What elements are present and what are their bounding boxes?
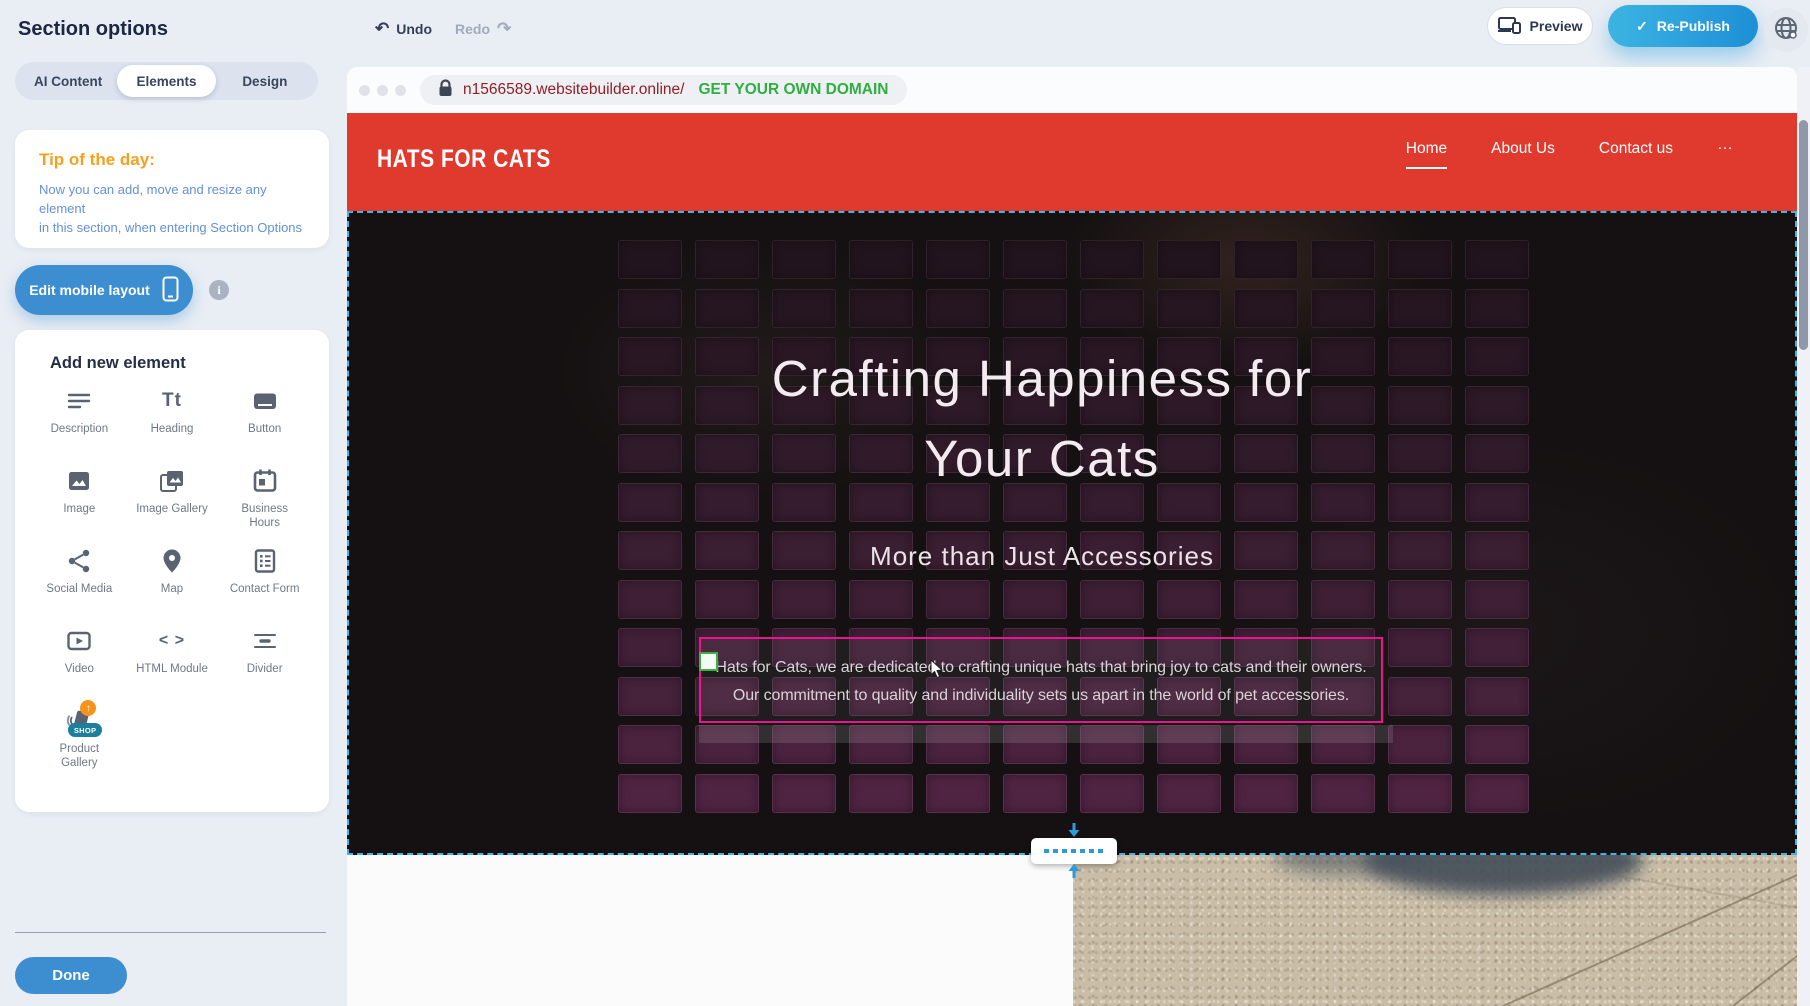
image-gallery-icon	[158, 467, 186, 495]
edit-mobile-label: Edit mobile layout	[29, 282, 150, 298]
globe-icon	[1773, 15, 1799, 46]
window-dot	[359, 85, 370, 96]
element-image[interactable]: Image	[33, 467, 126, 533]
element-social-media[interactable]: Social Media	[33, 547, 126, 613]
address-bar[interactable]: n1566589.websitebuilder.online/ GET YOUR…	[420, 75, 907, 105]
element-button[interactable]: Button	[218, 387, 311, 453]
element-divider[interactable]: Divider	[218, 627, 311, 693]
check-icon: ✓	[1636, 18, 1648, 35]
tip-of-the-day-card: Tip of the day: Now you can add, move an…	[15, 130, 329, 248]
section-resize-handle[interactable]	[1031, 838, 1117, 864]
get-domain-link[interactable]: GET YOUR OWN DOMAIN	[698, 81, 888, 99]
scrollbar-thumb[interactable]	[1799, 120, 1808, 350]
element-map[interactable]: Map	[126, 547, 219, 613]
business-hours-icon	[251, 467, 279, 495]
button-icon	[251, 387, 279, 415]
hero-paragraph-line1: Hats for Cats, we are dedicated to craft…	[701, 654, 1381, 682]
undo-icon: ↶	[375, 19, 389, 39]
divider-icon	[251, 627, 279, 655]
element-image-gallery[interactable]: Image Gallery	[126, 467, 219, 533]
contact-form-icon	[251, 547, 279, 575]
nav-home[interactable]: Home	[1406, 140, 1447, 169]
social-media-icon	[65, 547, 93, 575]
heading-icon: Tt	[158, 387, 186, 415]
resize-dashes-icon	[1044, 849, 1104, 853]
image-icon	[65, 467, 93, 495]
info-icon: i	[217, 283, 220, 298]
preview-button[interactable]: Preview	[1487, 7, 1593, 45]
description-icon	[65, 387, 93, 415]
window-dot	[395, 85, 406, 96]
site-nav: Home About Us Contact us …	[1406, 140, 1735, 169]
hero-section[interactable]: Crafting Happiness for Your Cats More th…	[347, 211, 1797, 855]
redo-icon: ↷	[497, 19, 511, 39]
hero-heading-line1: Crafting Happiness for	[507, 339, 1577, 419]
republish-label: Re-Publish	[1657, 18, 1730, 34]
pavement-seam	[1732, 919, 1797, 1006]
globe-button[interactable]	[1764, 8, 1808, 52]
element-grid: Description Tt Heading Button Image Imag…	[33, 387, 311, 773]
window-controls	[359, 85, 406, 96]
nav-about-us[interactable]: About Us	[1491, 140, 1555, 167]
redo-button[interactable]: Redo ↷	[455, 15, 511, 43]
republish-button[interactable]: ✓ Re-Publish	[1608, 5, 1758, 47]
redo-label: Redo	[455, 21, 490, 37]
mouse-cursor	[930, 659, 946, 684]
done-button[interactable]: Done	[15, 957, 127, 994]
next-section-white[interactable]	[347, 855, 1073, 1006]
hero-heading-line2: Your Cats	[507, 419, 1577, 499]
element-product-gallery[interactable]: ↑ SHOP Product Gallery	[33, 707, 126, 773]
tip-body-line1: Now you can add, move and resize any ele…	[39, 180, 305, 218]
html-module-icon: < >	[158, 627, 186, 655]
shop-badge: SHOP	[68, 723, 102, 737]
element-contact-form[interactable]: Contact Form	[218, 547, 311, 613]
site-logo[interactable]: HATS FOR CATS	[377, 146, 551, 174]
devices-icon	[1498, 16, 1522, 37]
selected-paragraph-element[interactable]: Hats for Cats, we are dedicated to craft…	[699, 637, 1383, 723]
video-icon	[65, 627, 93, 655]
browser-chrome-bar: n1566589.websitebuilder.online/ GET YOUR…	[347, 67, 1797, 113]
hero-heading[interactable]: Crafting Happiness for Your Cats	[507, 339, 1577, 499]
window-dot	[377, 85, 388, 96]
tab-design[interactable]: Design	[216, 65, 314, 97]
lock-icon	[438, 79, 453, 102]
hero-subheading[interactable]: More than Just Accessories	[507, 541, 1577, 572]
nav-more-button[interactable]: …	[1717, 136, 1735, 154]
hero-paragraph-line2: Our commitment to quality and individual…	[701, 682, 1381, 710]
tab-elements[interactable]: Elements	[117, 65, 215, 97]
arrow-down-icon	[1067, 823, 1081, 843]
done-label: Done	[52, 967, 90, 984]
paragraph-shadow-band	[699, 725, 1393, 743]
product-gallery-icon: ↑ SHOP	[65, 707, 93, 735]
site-header: HATS FOR CATS Home About Us Contact us …	[347, 113, 1797, 211]
element-business-hours[interactable]: Business Hours	[218, 467, 311, 533]
info-button[interactable]: i	[209, 280, 229, 300]
edit-mobile-layout-button[interactable]: Edit mobile layout	[15, 265, 193, 315]
element-description[interactable]: Description	[33, 387, 126, 453]
nav-contact-us[interactable]: Contact us	[1599, 140, 1673, 167]
site-url: n1566589.websitebuilder.online/	[463, 81, 684, 99]
add-element-title: Add new element	[50, 354, 311, 373]
sidebar-tabbar: AI Content Elements Design	[15, 62, 318, 100]
undo-label: Undo	[396, 21, 432, 37]
drag-handle[interactable]	[699, 652, 718, 671]
tip-heading: Tip of the day:	[39, 150, 305, 170]
sidebar-divider	[15, 932, 326, 933]
element-heading[interactable]: Tt Heading	[126, 387, 219, 453]
map-icon	[158, 547, 186, 575]
undo-button[interactable]: ↶ Undo	[375, 15, 432, 43]
tip-body-line2: in this section, when entering Section O…	[39, 218, 305, 237]
next-section-photo[interactable]	[1073, 855, 1797, 1006]
upgrade-badge-icon: ↑	[80, 700, 96, 716]
phone-icon	[162, 276, 179, 305]
arrow-up-icon	[1067, 863, 1081, 883]
add-new-element-panel: Add new element Description Tt Heading B…	[15, 330, 329, 812]
page-title: Section options	[18, 18, 168, 41]
element-html-module[interactable]: < > HTML Module	[126, 627, 219, 693]
element-video[interactable]: Video	[33, 627, 126, 693]
preview-label: Preview	[1530, 18, 1583, 34]
tab-ai-content[interactable]: AI Content	[19, 65, 117, 97]
